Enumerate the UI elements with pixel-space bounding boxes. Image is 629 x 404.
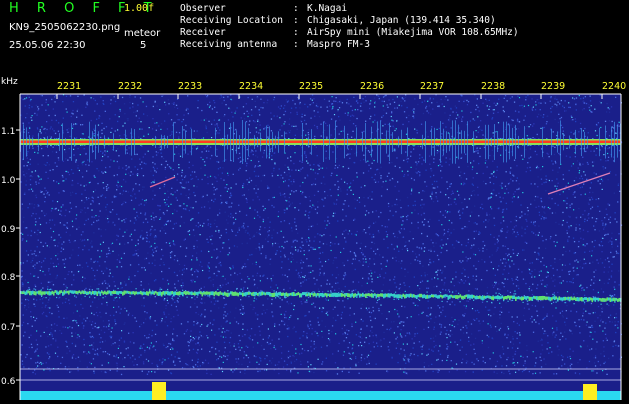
y-tick-label: 0.7: [1, 323, 15, 333]
info-value: K.Nagai: [307, 3, 347, 14]
y-tick-label: 0.6: [1, 377, 16, 387]
y-tick-label: 1.0: [1, 176, 16, 186]
meteor-count: 5: [140, 40, 146, 51]
datetime-label: 25.05.06 22:30: [9, 40, 86, 51]
info-value: AirSpy mini (Miakejima VOR 108.65MHz): [307, 27, 519, 38]
y-tick-label: 0.9: [1, 225, 16, 235]
info-key: Receiver: [180, 27, 293, 38]
time-label: 2236: [360, 81, 384, 92]
time-label: 2240: [602, 81, 626, 92]
time-label: 2232: [118, 81, 142, 92]
version-label: 1.00f: [124, 3, 154, 14]
echo-marker: [583, 384, 597, 400]
filename-label: KN9_2505062230.png: [9, 22, 120, 33]
spectrogram-area: 1.1 1.0 0.9 0.8 0.7 0.6 kHz 2231 2232 2233 2234 223…: [0, 76, 629, 400]
time-label: 2233: [178, 81, 202, 92]
y-tick-label: 0.8: [1, 273, 16, 283]
time-label: 2234: [239, 81, 263, 92]
info-key: Observer: [180, 3, 293, 14]
time-label: 2238: [481, 81, 505, 92]
info-key: Receiving Location: [180, 15, 293, 26]
y-tick-label: 1.1: [1, 127, 15, 137]
spectrogram: 1.1 1.0 0.9 0.8 0.7 0.6 kHz 2231 2232 2233 2234 223…: [0, 76, 629, 400]
time-label: 2235: [299, 81, 323, 92]
time-label: 2237: [420, 81, 444, 92]
info-row-receiver: Receiver:AirSpy mini (Miakejima VOR 108.…: [180, 27, 519, 38]
header-panel: H R O F F T 1.00f KN9_2505062230.png met…: [0, 0, 629, 72]
info-key: Receiving antenna: [180, 39, 293, 50]
time-label: 2231: [57, 81, 81, 92]
info-value: Chigasaki, Japan (139.414 35.340): [307, 15, 496, 26]
info-row-antenna: Receiving antenna:Maspro FM-3: [180, 39, 370, 50]
info-row-location: Receiving Location:Chigasaki, Japan (139…: [180, 15, 496, 26]
time-label: 2239: [541, 81, 565, 92]
info-row-observer: Observer:K.Nagai: [180, 3, 347, 14]
echo-marker: [152, 382, 166, 400]
y-unit-label: kHz: [1, 77, 18, 87]
signal-strength-strip: [20, 391, 621, 400]
mode-label: meteor: [124, 28, 160, 39]
info-value: Maspro FM-3: [307, 39, 370, 50]
